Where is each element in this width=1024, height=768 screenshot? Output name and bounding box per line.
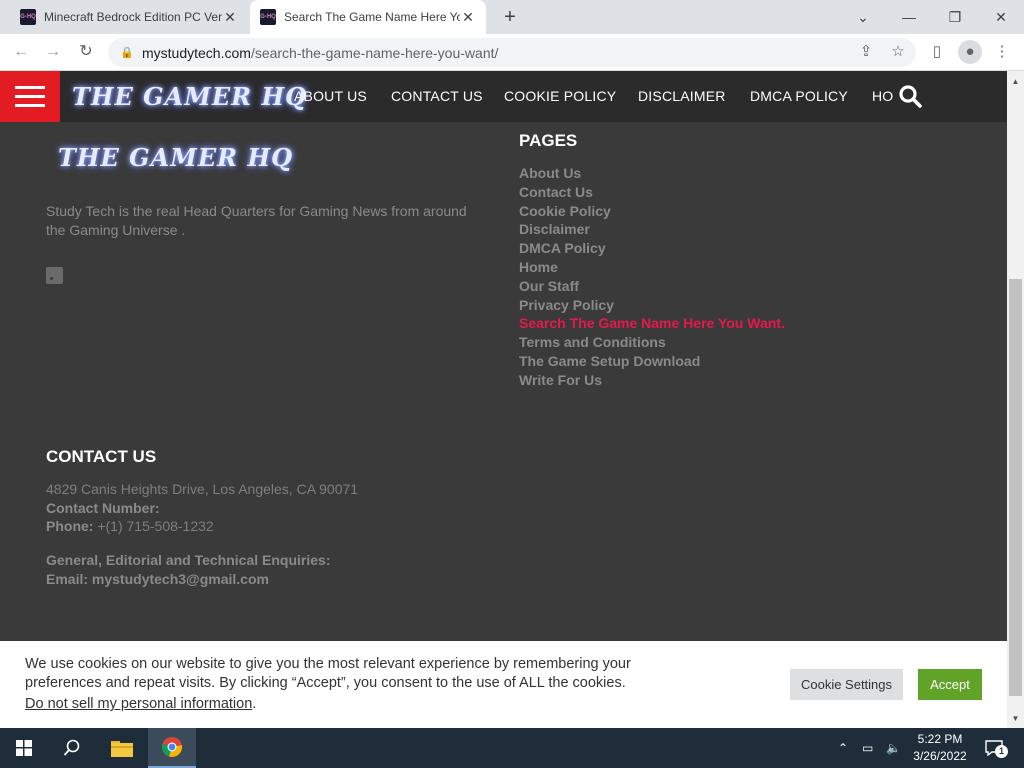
page-link-about-us[interactable]: About Us: [519, 164, 785, 183]
file-explorer-icon[interactable]: [98, 728, 146, 768]
hamburger-menu-icon[interactable]: [0, 71, 60, 122]
site-favicon-icon: G-HQ: [20, 9, 36, 25]
windows-start-icon[interactable]: [0, 728, 48, 768]
tray-chevron-up-icon[interactable]: ⌃: [838, 728, 854, 768]
restore-button[interactable]: ❐: [932, 0, 978, 34]
notification-count-badge: 1: [995, 745, 1008, 758]
pages-list: About Us Contact Us Cookie Policy Discla…: [519, 164, 785, 390]
nav-cookie-policy[interactable]: COOKIE POLICY: [504, 71, 616, 122]
scroll-up-arrow-icon[interactable]: ▲: [1007, 73, 1024, 90]
contact-number-label: Contact Number:: [46, 500, 160, 516]
chrome-taskbar-icon[interactable]: [148, 728, 196, 768]
do-not-sell-link-text[interactable]: Do not sell my personal information: [25, 696, 252, 712]
page-link-game-setup-download[interactable]: The Game Setup Download: [519, 352, 785, 371]
page-link-home[interactable]: Home: [519, 258, 785, 277]
page-link-contact-us[interactable]: Contact Us: [519, 183, 785, 202]
footer-about-text: Study Tech is the real Head Quarters for…: [46, 203, 467, 238]
share-icon[interactable]: ⇪: [854, 40, 878, 64]
contact-phone: Phone: +(1) 715-508-1232: [46, 518, 214, 534]
nav-disclaimer[interactable]: DISCLAIMER: [638, 71, 726, 122]
clock-time: 5:22 PM: [917, 732, 963, 746]
back-arrow-icon[interactable]: ←: [9, 40, 33, 64]
site-logo[interactable]: THE GAMER HQ: [72, 82, 307, 111]
browser-tab-minecraft[interactable]: G-HQ Minecraft Bedrock Edition PC Ver ✕: [10, 0, 248, 34]
cookie-settings-button[interactable]: Cookie Settings: [790, 669, 903, 700]
scroll-down-arrow-icon[interactable]: ▼: [1007, 710, 1024, 727]
new-tab-button[interactable]: +: [498, 5, 522, 29]
browser-tab-search[interactable]: G-HQ Search The Game Name Here Yo ✕: [250, 0, 486, 34]
do-not-sell-link: Do not sell my personal information.: [25, 696, 257, 712]
nav-contact-us[interactable]: CONTACT US: [391, 71, 483, 122]
tab-title: Search The Game Name Here Yo: [284, 10, 460, 24]
scrollbar-thumb[interactable]: [1009, 279, 1022, 696]
nav-home-truncated[interactable]: HO: [872, 71, 893, 122]
address-bar[interactable]: 🔒 mystudytech.com/search-the-game-name-h…: [108, 38, 916, 67]
page-link-dmca-policy[interactable]: DMCA Policy: [519, 239, 785, 258]
taskbar-clock[interactable]: 5:22 PM 3/26/2022: [906, 731, 974, 765]
page-link-our-staff[interactable]: Our Staff: [519, 277, 785, 296]
network-icon[interactable]: ▭: [862, 728, 880, 768]
contact-address: 4829 Canis Heights Drive, Los Angeles, C…: [46, 481, 359, 497]
nav-dmca-policy[interactable]: DMCA POLICY: [750, 71, 848, 122]
forward-arrow-icon[interactable]: →: [41, 40, 65, 64]
profile-avatar-icon[interactable]: ●: [958, 40, 982, 64]
page-link-terms[interactable]: Terms and Conditions: [519, 333, 785, 352]
rss-icon[interactable]: [46, 267, 63, 284]
bookmark-star-icon[interactable]: ☆: [886, 40, 910, 64]
contact-enquiries-label: General, Editorial and Technical Enquiri…: [46, 552, 331, 568]
side-panel-icon[interactable]: ▯: [925, 40, 949, 64]
tab-search-chevron-icon[interactable]: ⌄: [840, 0, 886, 34]
page-link-cookie-policy[interactable]: Cookie Policy: [519, 202, 785, 221]
minimize-button[interactable]: —: [886, 0, 932, 34]
taskbar-search-icon[interactable]: [48, 728, 96, 768]
tab-close-icon[interactable]: ✕: [222, 9, 238, 26]
phone-value: +(1) 715-508-1232: [97, 518, 214, 534]
url-domain: mystudytech.com: [142, 44, 251, 61]
contact-email: Email: mystudytech3@gmail.com: [46, 571, 269, 587]
volume-icon[interactable]: 🔈: [886, 728, 904, 768]
page-link-search-game-current[interactable]: Search The Game Name Here You Want.: [519, 314, 785, 333]
footer-logo[interactable]: THE GAMER HQ: [58, 143, 293, 172]
close-window-button[interactable]: ✕: [978, 0, 1024, 34]
clock-date: 3/26/2022: [913, 749, 967, 763]
contact-heading: CONTACT US: [46, 447, 157, 466]
cookie-consent-text: We use cookies on our website to give yo…: [25, 656, 631, 691]
search-icon[interactable]: [898, 84, 922, 108]
page-link-privacy-policy[interactable]: Privacy Policy: [519, 296, 785, 315]
tab-title: Minecraft Bedrock Edition PC Ver: [44, 10, 222, 24]
page-link-disclaimer[interactable]: Disclaimer: [519, 220, 785, 239]
chrome-menu-icon[interactable]: ⋮: [990, 40, 1014, 64]
tab-close-icon[interactable]: ✕: [460, 9, 476, 26]
email-value[interactable]: mystudytech3@gmail.com: [92, 571, 269, 587]
lock-icon: 🔒: [120, 47, 134, 59]
url-path: /search-the-game-name-here-you-want/: [250, 44, 499, 61]
nav-about-us[interactable]: ABOUT US: [294, 71, 367, 122]
reload-icon[interactable]: ↻: [74, 40, 98, 64]
cookie-accept-button[interactable]: Accept: [918, 669, 982, 700]
site-favicon-icon: G-HQ: [260, 9, 276, 25]
page-link-write-for-us[interactable]: Write For Us: [519, 371, 785, 390]
pages-heading: PAGES: [519, 131, 578, 150]
